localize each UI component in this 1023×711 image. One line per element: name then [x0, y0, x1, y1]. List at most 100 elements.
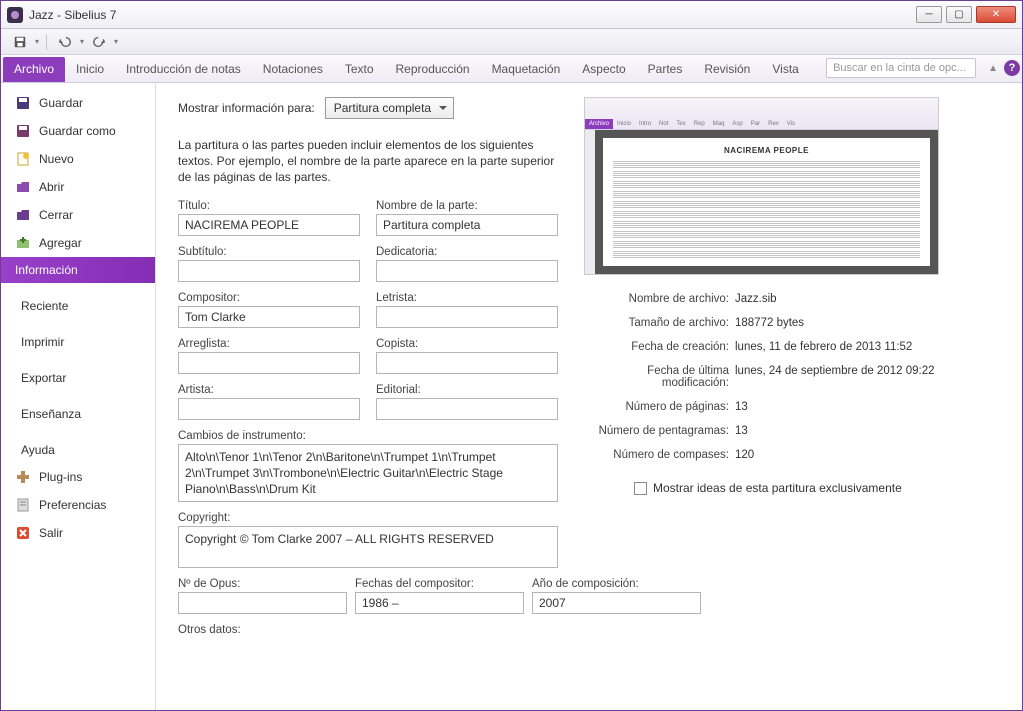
close-button[interactable]: ✕ — [976, 6, 1016, 23]
meta-value: 120 — [729, 449, 1004, 461]
fechas-compositor-input[interactable] — [355, 592, 524, 614]
show-info-label: Mostrar información para: — [178, 101, 315, 115]
redo-icon[interactable] — [88, 33, 110, 51]
meta-label: Fecha de creación: — [584, 341, 729, 353]
exit-icon — [15, 525, 31, 541]
titulo-input[interactable] — [178, 214, 360, 236]
sidebar-item-guardar-como[interactable]: Guardar como — [1, 117, 155, 145]
sidebar-item-label: Cerrar — [39, 208, 73, 222]
tab-archivo[interactable]: Archivo — [3, 57, 65, 82]
arreglista-input[interactable] — [178, 352, 360, 374]
tab-maquetacion[interactable]: Maquetación — [481, 57, 572, 82]
sidebar-item-reciente[interactable]: Reciente — [1, 293, 155, 319]
sidebar-item-imprimir[interactable]: Imprimir — [1, 329, 155, 355]
sidebar-item-label: Imprimir — [21, 335, 64, 349]
window-title: Jazz - Sibelius 7 — [29, 8, 116, 22]
field-label: Otros datos: — [178, 624, 558, 636]
field-label: Arreglista: — [178, 338, 360, 350]
sidebar-item-plugins[interactable]: Plug-ins — [1, 463, 155, 491]
artista-input[interactable] — [178, 398, 360, 420]
plugin-icon — [15, 469, 31, 485]
help-icon[interactable]: ? — [1004, 60, 1020, 76]
sidebar-item-label: Nuevo — [39, 152, 74, 166]
file-sidebar: Guardar Guardar como Nuevo Abrir Cerrar … — [1, 83, 156, 710]
sidebar-item-label: Guardar como — [39, 124, 116, 138]
info-panel: ArchivoInicioIntroNotTexRepMaqAspParRevV… — [558, 97, 1004, 710]
editorial-input[interactable] — [376, 398, 558, 420]
letrista-input[interactable] — [376, 306, 558, 328]
save-icon[interactable] — [9, 33, 31, 51]
sidebar-item-label: Abrir — [39, 180, 64, 194]
meta-label: Número de páginas: — [584, 401, 729, 413]
field-label: Fechas del compositor: — [355, 578, 524, 590]
compositor-input[interactable] — [178, 306, 360, 328]
sidebar-item-label: Reciente — [21, 299, 68, 313]
sidebar-item-nuevo[interactable]: Nuevo — [1, 145, 155, 173]
sidebar-item-label: Salir — [39, 526, 63, 540]
field-label: Letrista: — [376, 292, 558, 304]
explanation-text: La partitura o las partes pueden incluir… — [178, 137, 558, 186]
sidebar-item-ayuda[interactable]: Ayuda — [1, 437, 155, 463]
field-label: Artista: — [178, 384, 360, 396]
copista-input[interactable] — [376, 352, 558, 374]
sidebar-item-label: Exportar — [21, 371, 66, 385]
info-form: Mostrar información para: Partitura comp… — [178, 97, 558, 710]
minimize-button[interactable]: ─ — [916, 6, 942, 23]
close-folder-icon — [15, 207, 31, 223]
app-icon — [7, 7, 23, 23]
sidebar-item-preferencias[interactable]: Preferencias — [1, 491, 155, 519]
sidebar-item-label: Guardar — [39, 96, 83, 110]
opus-input[interactable] — [178, 592, 347, 614]
meta-value: Jazz.sib — [729, 293, 1004, 305]
thumbnail-score-title: NACIREMA PEOPLE — [613, 146, 920, 155]
show-info-dropdown[interactable]: Partitura completa — [325, 97, 454, 119]
meta-label: Número de pentagramas: — [584, 425, 729, 437]
save-as-icon — [15, 123, 31, 139]
undo-icon[interactable] — [54, 33, 76, 51]
field-label: Nombre de la parte: — [376, 200, 558, 212]
tab-partes[interactable]: Partes — [637, 57, 694, 82]
tab-revision[interactable]: Revisión — [693, 57, 761, 82]
copyright-textarea[interactable]: Copyright © Tom Clarke 2007 – ALL RIGHTS… — [178, 526, 558, 568]
open-icon — [15, 179, 31, 195]
tab-introduccion[interactable]: Introducción de notas — [115, 57, 252, 82]
nombre-parte-input[interactable] — [376, 214, 558, 236]
show-ideas-checkbox[interactable] — [634, 482, 647, 495]
maximize-button[interactable]: ▢ — [946, 6, 972, 23]
sidebar-item-cerrar[interactable]: Cerrar — [1, 201, 155, 229]
sidebar-item-agregar[interactable]: Agregar — [1, 229, 155, 257]
sidebar-item-guardar[interactable]: Guardar — [1, 89, 155, 117]
checkbox-label: Mostrar ideas de esta partitura exclusiv… — [653, 481, 902, 495]
collapse-ribbon-icon[interactable]: ▲ — [988, 63, 998, 74]
field-label: Copista: — [376, 338, 558, 350]
field-label: Cambios de instrumento: — [178, 430, 558, 442]
sidebar-item-informacion[interactable]: Información — [1, 257, 155, 283]
field-label: Dedicatoria: — [376, 246, 558, 258]
tab-texto[interactable]: Texto — [334, 57, 385, 82]
field-label: Copyright: — [178, 512, 558, 524]
score-thumbnail: ArchivoInicioIntroNotTexRepMaqAspParRevV… — [584, 97, 939, 275]
sidebar-item-exportar[interactable]: Exportar — [1, 365, 155, 391]
tab-aspecto[interactable]: Aspecto — [571, 57, 636, 82]
add-icon — [15, 235, 31, 251]
meta-label: Número de compases: — [584, 449, 729, 461]
sidebar-item-ensenanza[interactable]: Enseñanza — [1, 401, 155, 427]
meta-value: lunes, 24 de septiembre de 2012 09:22 — [729, 365, 1004, 377]
sidebar-item-abrir[interactable]: Abrir — [1, 173, 155, 201]
subtitulo-input[interactable] — [178, 260, 360, 282]
tab-inicio[interactable]: Inicio — [65, 57, 115, 82]
ribbon-search-input[interactable]: Buscar en la cinta de opc... — [826, 58, 976, 78]
sidebar-item-label: Ayuda — [21, 443, 55, 457]
dedicatoria-input[interactable] — [376, 260, 558, 282]
tab-vista[interactable]: Vista — [761, 57, 809, 82]
cambios-textarea[interactable]: Alto\n\Tenor 1\n\Tenor 2\n\Baritone\n\Tr… — [178, 444, 558, 503]
quick-access-toolbar: ▾ ▾ ▾ — [1, 29, 1022, 55]
sidebar-item-label: Preferencias — [39, 498, 106, 512]
tab-reproduccion[interactable]: Reproducción — [385, 57, 481, 82]
save-icon — [15, 95, 31, 111]
meta-label: Tamaño de archivo: — [584, 317, 729, 329]
meta-value: 13 — [729, 425, 1004, 437]
title-bar: Jazz - Sibelius 7 ─ ▢ ✕ — [1, 1, 1022, 29]
sidebar-item-salir[interactable]: Salir — [1, 519, 155, 547]
tab-notaciones[interactable]: Notaciones — [252, 57, 334, 82]
